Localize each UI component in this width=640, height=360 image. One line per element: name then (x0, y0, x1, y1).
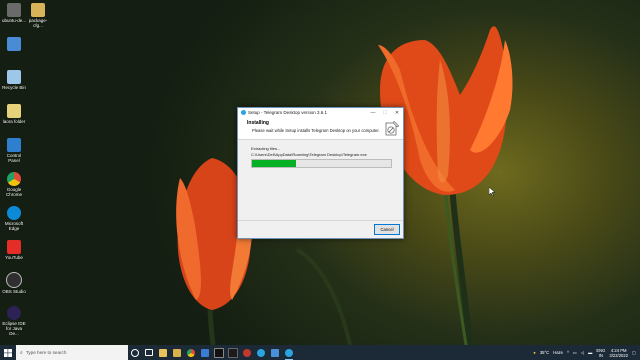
youtube-icon (7, 240, 21, 254)
file-manager-icon (173, 348, 181, 357)
task-view-button[interactable] (142, 345, 156, 360)
installing-heading: Installing (247, 120, 269, 126)
maximize-icon: ☐ (382, 109, 388, 116)
dialog-title: Setup - Telegram Desktop version 3.6.1 (248, 110, 327, 115)
region-code: IN (598, 352, 603, 358)
system-tray: ● 35°C Haze ^ ▭ ◁ ▬ ENG IN 4:24 PM 3/22/… (533, 345, 640, 360)
desktop-icon-control-panel[interactable]: Control Panel (1, 138, 27, 163)
mouse-cursor-icon (489, 187, 495, 196)
cortana-icon (131, 348, 139, 357)
taskbar-app-obs[interactable] (240, 345, 254, 360)
network-icon[interactable]: ▭ (573, 350, 577, 355)
windows-logo-icon (4, 348, 12, 357)
clock-time: 4:24 PM (610, 347, 627, 353)
clock[interactable]: 4:24 PM 3/22/2022 (609, 348, 628, 358)
obs-icon (243, 348, 251, 357)
taskbar-app-terminal[interactable] (212, 345, 226, 360)
weather-icon: ● (533, 350, 536, 355)
folder-icon (31, 3, 45, 17)
setup-app-icon (241, 110, 246, 115)
desktop-icon-eclipse[interactable]: Eclipse IDE for Java De... (1, 306, 27, 336)
installing-subheading: Please wait while Setup installs Telegra… (252, 128, 380, 133)
weather-text[interactable]: Haze (553, 350, 563, 355)
terminal-icon (214, 347, 224, 358)
chrome-icon (187, 348, 195, 357)
desktop-icon-ubuntu[interactable]: ubuntu-de... (1, 3, 27, 23)
desktop-icon-youtube[interactable]: YouTube (1, 240, 27, 260)
desktop-icon-recycle-bin[interactable]: Recycle Bin (1, 70, 27, 90)
notes-icon (271, 348, 279, 357)
setup-dialog: Setup - Telegram Desktop version 3.6.1 —… (237, 107, 404, 239)
installer-logo-icon (385, 120, 400, 136)
folder-icon (159, 348, 167, 357)
battery-icon[interactable]: ▬ (588, 350, 592, 355)
search-placeholder: Type here to search (25, 350, 67, 355)
install-progress-bar (251, 159, 392, 168)
folder-icon (7, 3, 21, 17)
dialog-header: Installing Please wait while Setup insta… (238, 117, 403, 140)
taskbar-app-store[interactable] (198, 345, 212, 360)
clock-date: 3/22/2022 (609, 352, 629, 358)
dialog-titlebar[interactable]: Setup - Telegram Desktop version 3.6.1 —… (238, 108, 403, 117)
taskbar: ⌕ Type here to search ● 35°C Haze ^ ▭ ◁ … (0, 345, 640, 360)
taskbar-app-chrome[interactable] (184, 345, 198, 360)
install-progress-fill (252, 160, 297, 167)
store-icon (201, 348, 209, 357)
control-panel-icon (7, 138, 21, 152)
volume-icon[interactable]: ◁ (581, 350, 584, 355)
extracting-label: Extracting files... (251, 146, 281, 151)
cancel-button[interactable]: Cancel (374, 224, 400, 235)
extracting-path: C:\Users\Dell\AppData\Roaming\Telegram D… (251, 152, 367, 157)
dialog-footer: Cancel (238, 220, 403, 238)
media-player-icon (228, 347, 238, 358)
cortana-button[interactable] (128, 345, 142, 360)
telegram-icon (257, 348, 265, 357)
setup-app-icon (285, 348, 293, 357)
desktop-icon-package[interactable]: package-cfg... (25, 3, 51, 28)
minimize-icon[interactable]: — (367, 110, 379, 116)
chrome-icon (7, 172, 21, 186)
taskbar-app-files[interactable] (170, 345, 184, 360)
monitor-icon (7, 37, 21, 51)
desktop-icon-edge[interactable]: Microsoft Edge (1, 206, 27, 231)
obs-icon (6, 272, 22, 288)
close-icon[interactable]: ✕ (391, 110, 403, 116)
taskbar-search-box[interactable]: ⌕ Type here to search (16, 345, 128, 360)
start-button[interactable] (0, 345, 16, 360)
language-indicator[interactable]: ENG IN (596, 348, 605, 358)
taskbar-app-telegram[interactable] (254, 345, 268, 360)
taskbar-app-notes[interactable] (268, 345, 282, 360)
edge-icon (7, 206, 21, 220)
notification-icon[interactable]: ▢ (632, 350, 636, 355)
language-code: ENG (596, 347, 606, 353)
folder-icon (7, 104, 21, 118)
eclipse-icon (7, 306, 21, 320)
desktop-icon-this-pc[interactable] (1, 37, 27, 52)
taskbar-app-media[interactable] (226, 345, 240, 360)
dialog-body: Extracting files... C:\Users\Dell\AppDat… (238, 140, 403, 220)
chevron-up-icon[interactable]: ^ (567, 350, 569, 355)
recycle-bin-icon (7, 70, 21, 84)
taskbar-app-explorer[interactable] (156, 345, 170, 360)
search-icon: ⌕ (20, 349, 23, 356)
desktop-icon-chrome[interactable]: Google Chrome (1, 172, 27, 197)
desktop-icon-obs[interactable]: OBS Studio (1, 272, 27, 294)
taskbar-app-setup[interactable] (282, 345, 296, 360)
temperature[interactable]: 35°C (540, 350, 549, 355)
task-view-icon (145, 349, 153, 356)
desktop-icon-laora-folder[interactable]: laora folder (1, 104, 27, 124)
